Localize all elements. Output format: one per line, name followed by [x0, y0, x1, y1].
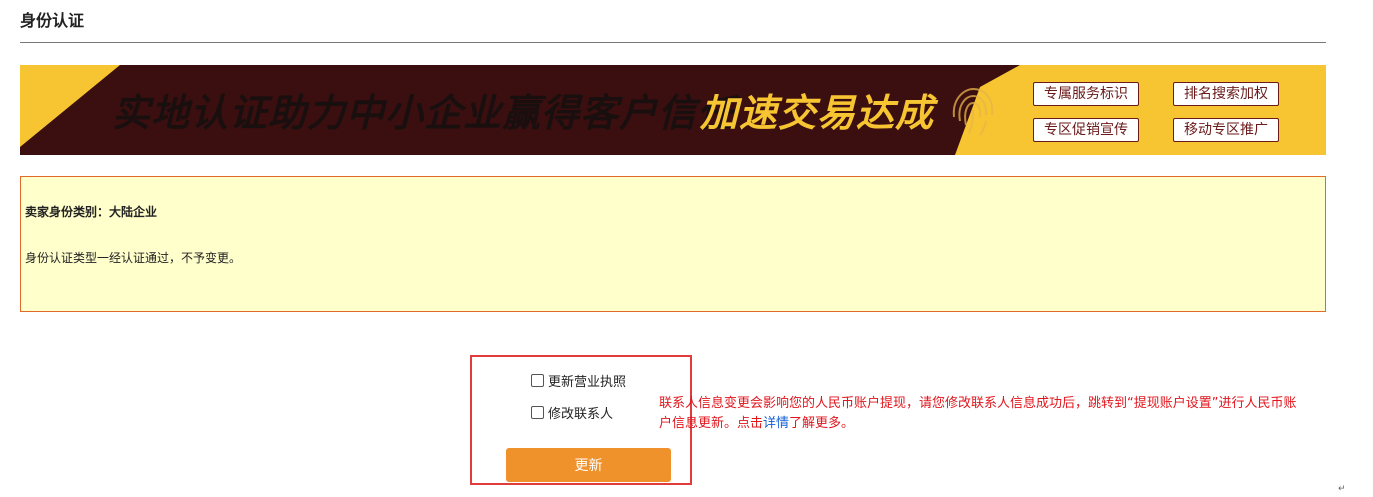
page-title: 身份认证 — [20, 11, 85, 30]
update-button[interactable]: 更新 — [506, 448, 671, 482]
update-license-option[interactable]: 更新营业执照 — [531, 371, 626, 390]
contact-change-warning: 联系人信息变更会影响您的人民币账户提现，请您修改联系人信息成功后，跳转到“提现账… — [659, 394, 1309, 434]
details-link[interactable]: 详情 — [763, 416, 789, 431]
identity-info-panel: 卖家身份类别：大陆企业 身份认证类型一经认证通过，不予变更。 — [20, 176, 1326, 312]
tag-ranking-boost: 排名搜索加权 — [1173, 82, 1279, 106]
banner-slogan: 实地认证助力中小企业赢得客户信任 — [112, 91, 737, 135]
update-license-checkbox[interactable] — [531, 374, 544, 387]
update-license-label: 更新营业执照 — [548, 375, 627, 390]
fingerprint-icon — [952, 87, 994, 136]
banner-slogan-accent: 加速交易达成 — [700, 91, 935, 135]
edit-contact-option[interactable]: 修改联系人 — [531, 403, 613, 422]
promo-banner[interactable]: 实地认证助力中小企业赢得客户信任 加速交易达成 专属服务标识 排名搜索加权 专区… — [20, 65, 1326, 155]
warning-text-end: 了解更多。 — [789, 416, 855, 431]
return-mark-icon: ↵ — [1338, 484, 1346, 494]
seller-type-label: 卖家身份类别：大陆企业 — [25, 205, 158, 219]
tag-zone-promotion: 专区促销宣传 — [1033, 118, 1139, 142]
tag-mobile-promotion: 移动专区推广 — [1173, 118, 1279, 142]
warning-text: 联系人信息变更会影响您的人民币账户提现，请您修改联系人信息成功后，跳转到“提现账… — [659, 396, 1297, 431]
edit-contact-checkbox[interactable] — [531, 406, 544, 419]
identity-notice: 身份认证类型一经认证通过，不予变更。 — [25, 251, 242, 265]
edit-contact-label: 修改联系人 — [548, 407, 614, 422]
title-divider — [20, 42, 1326, 43]
tag-exclusive-service: 专属服务标识 — [1033, 82, 1139, 106]
